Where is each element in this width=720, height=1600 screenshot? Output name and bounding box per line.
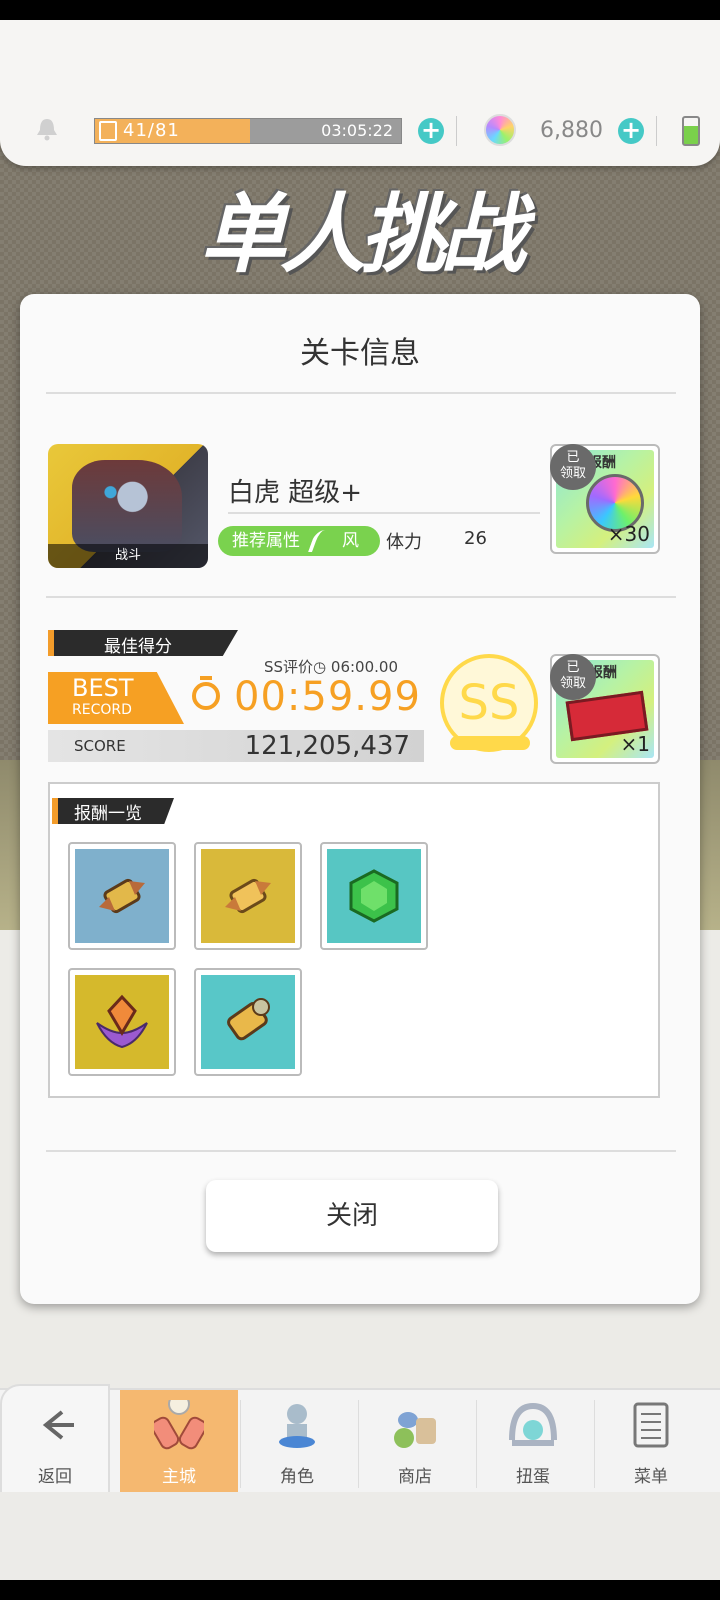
first-clear-reward-card[interactable]: 次报酬 ×30 已领取 xyxy=(550,444,660,554)
reward-item[interactable] xyxy=(68,968,176,1076)
banner-accent xyxy=(48,630,54,656)
divider xyxy=(46,596,676,598)
divider xyxy=(228,512,540,514)
bottom-navigation: 返回 主城 角色 商店 扭蛋 菜单 xyxy=(0,1384,720,1494)
gem-count: 6,880 xyxy=(540,118,603,143)
stamina-value: 41/81 xyxy=(123,120,180,141)
nav-menu[interactable]: 菜单 xyxy=(592,1390,710,1494)
nav-gacha[interactable]: 扭蛋 xyxy=(474,1390,592,1494)
score-bar: SCORE 121,205,437 xyxy=(48,730,424,762)
nav-back-label: 返回 xyxy=(38,1467,72,1487)
stage-boss-image: 战斗 xyxy=(48,444,208,568)
reward-item[interactable] xyxy=(194,968,302,1076)
claimed-badge: 已领取 xyxy=(550,654,596,700)
wind-icon xyxy=(307,530,335,552)
rank-emblem-base xyxy=(450,736,530,750)
reward-item[interactable] xyxy=(194,842,302,950)
recommended-attribute: 推荐属性 风 xyxy=(218,526,380,556)
stamina-cost-value: 26 xyxy=(464,528,487,549)
stage-type-label: 战斗 xyxy=(48,544,208,568)
nav-shop-label: 商店 xyxy=(398,1467,432,1487)
white-tiger-icon xyxy=(72,460,182,552)
reward-item-bg xyxy=(327,849,421,943)
best-record-badge: BEST RECORD xyxy=(48,672,184,724)
nav-character-label: 角色 xyxy=(280,1467,314,1487)
resource-bar xyxy=(0,20,720,166)
nav-gacha-label: 扭蛋 xyxy=(516,1467,550,1487)
nav-main-label: 主城 xyxy=(162,1467,196,1487)
system-nav-strip xyxy=(0,1580,720,1600)
stopwatch-icon xyxy=(192,682,220,710)
reward-quantity: ×1 xyxy=(620,732,650,756)
score-value: 121,205,437 xyxy=(244,731,410,761)
best-word: BEST xyxy=(72,674,134,702)
reward-item[interactable] xyxy=(68,842,176,950)
reward-item-bg xyxy=(201,849,295,943)
divider xyxy=(240,1400,241,1488)
nav-shop[interactable]: 商店 xyxy=(356,1390,474,1494)
menu-list-icon xyxy=(633,1402,669,1448)
stamina-bar: 41/81 03:05:22 xyxy=(94,118,402,144)
record-word: RECORD xyxy=(72,702,132,718)
stopwatch-icon-top xyxy=(200,676,212,680)
gold-scroll-icon xyxy=(225,878,271,914)
divider xyxy=(456,116,457,146)
add-stamina-button[interactable]: + xyxy=(418,118,444,144)
best-clear-time: 00:59.99 xyxy=(234,674,421,720)
ss-rank-reward-card[interactable]: S 报酬 ×1 已领取 xyxy=(550,654,660,764)
divider xyxy=(46,392,676,394)
solo-challenge-title: 单人挑战 xyxy=(200,185,526,285)
purple-crystal-icon xyxy=(96,994,148,1049)
blue-scroll-icon xyxy=(99,878,145,914)
shop-bags-icon xyxy=(394,1412,436,1448)
nav-main-city[interactable]: 主城 xyxy=(120,1390,238,1494)
green-gem-icon xyxy=(349,869,399,923)
stage-name: 白虎 超级+ xyxy=(228,478,363,508)
recommended-attribute-label: 推荐属性 xyxy=(232,531,300,551)
reward-list: 报酬一览 xyxy=(48,782,660,1098)
banner-accent xyxy=(52,798,58,824)
nav-back-button[interactable]: 返回 xyxy=(0,1390,110,1494)
bell-icon[interactable] xyxy=(34,116,60,142)
reward-item-bg xyxy=(75,849,169,943)
reward-item-bg xyxy=(75,975,169,1069)
claimed-badge: 已领取 xyxy=(550,444,596,490)
reward-item[interactable] xyxy=(320,842,428,950)
system-status-strip xyxy=(0,0,720,20)
castle-icon xyxy=(154,1400,204,1450)
dialog-title: 关卡信息 xyxy=(300,336,420,371)
reward-item-bg xyxy=(201,975,295,1069)
bottom-strip xyxy=(0,1492,720,1580)
stamina-cost-label: 体力 xyxy=(386,532,422,553)
reward-list-title: 报酬一览 xyxy=(74,804,142,824)
close-button[interactable]: 关闭 xyxy=(206,1180,498,1252)
recommended-attribute-value: 风 xyxy=(342,531,359,551)
nav-menu-label: 菜单 xyxy=(634,1467,668,1487)
character-icon xyxy=(279,1404,315,1448)
score-label: SCORE xyxy=(74,737,126,755)
best-score-label: 最佳得分 xyxy=(104,637,172,657)
rainbow-scroll-icon xyxy=(227,998,270,1041)
divider xyxy=(46,1150,676,1152)
gacha-machine-icon xyxy=(509,1402,557,1446)
rainbow-gem-icon xyxy=(484,114,516,146)
divider xyxy=(656,116,657,146)
arrow-left-icon xyxy=(42,1410,74,1440)
battery-icon xyxy=(682,116,700,146)
add-gems-button[interactable]: + xyxy=(618,118,644,144)
stamina-timer: 03:05:22 xyxy=(321,121,393,140)
nav-character[interactable]: 角色 xyxy=(238,1390,356,1494)
stage-info-dialog: 关卡信息 战斗 白虎 超级+ 推荐属性 风 体力 26 次报酬 ×30 已领取 … xyxy=(20,294,700,1304)
reward-quantity: ×30 xyxy=(607,522,650,546)
lightning-icon xyxy=(99,121,117,141)
